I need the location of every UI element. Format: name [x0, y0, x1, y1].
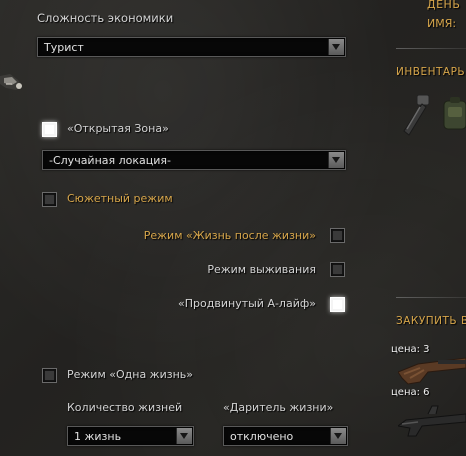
- chevron-down-icon[interactable]: [330, 428, 346, 444]
- location-value: -Случайная локация-: [49, 154, 171, 167]
- life-giver-label: «Даритель жизни»: [223, 401, 334, 414]
- item-icon: [0, 74, 22, 90]
- survival-mode-checkbox[interactable]: [330, 262, 345, 277]
- buy-title: ЗАКУПИТЬ В: [396, 315, 466, 327]
- divider: [396, 48, 466, 49]
- inventory-title: ИНВЕНТАРЬ: [396, 66, 466, 78]
- chevron-down-icon[interactable]: [328, 39, 344, 55]
- survival-mode-label: Режим выживания: [207, 263, 316, 276]
- lives-count-value: 1 жизнь: [74, 430, 122, 443]
- chevron-down-icon[interactable]: [176, 428, 192, 444]
- backpack-icon[interactable]: [440, 95, 466, 135]
- economy-difficulty-dropdown[interactable]: Турист: [37, 37, 346, 57]
- advanced-alife-checkbox[interactable]: [330, 297, 345, 312]
- one-life-label: Режим «Одна жизнь»: [67, 368, 193, 381]
- rifle-icon[interactable]: [398, 354, 466, 386]
- rifle-icon[interactable]: [398, 400, 466, 440]
- open-zone-label: «Открытая Зона»: [67, 122, 169, 135]
- story-mode-label: Сюжетный режим: [67, 192, 173, 205]
- economy-difficulty-label: Сложность экономики: [37, 11, 174, 25]
- afterlife-mode-label: Режим «Жизнь после жизни»: [143, 229, 316, 242]
- lives-count-dropdown[interactable]: 1 жизнь: [67, 426, 194, 446]
- afterlife-mode-checkbox[interactable]: [330, 228, 345, 243]
- one-life-checkbox[interactable]: [42, 368, 57, 383]
- chevron-down-icon[interactable]: [328, 152, 344, 168]
- flashlight-icon[interactable]: [398, 93, 434, 137]
- location-dropdown[interactable]: -Случайная локация-: [42, 150, 346, 170]
- name-label: ИМЯ:: [427, 17, 457, 30]
- lives-count-label: Количество жизней: [67, 401, 183, 414]
- money-label: ДЕНЬ: [427, 0, 461, 11]
- story-mode-checkbox[interactable]: [42, 192, 57, 207]
- economy-difficulty-value: Турист: [44, 41, 84, 54]
- life-giver-dropdown[interactable]: отключено: [223, 426, 348, 446]
- divider: [396, 297, 466, 298]
- life-giver-value: отключено: [230, 430, 294, 443]
- advanced-alife-label: «Продвинутый А-лайф»: [178, 297, 316, 310]
- open-zone-checkbox[interactable]: [42, 122, 57, 137]
- price-label: цена: 6: [391, 387, 430, 398]
